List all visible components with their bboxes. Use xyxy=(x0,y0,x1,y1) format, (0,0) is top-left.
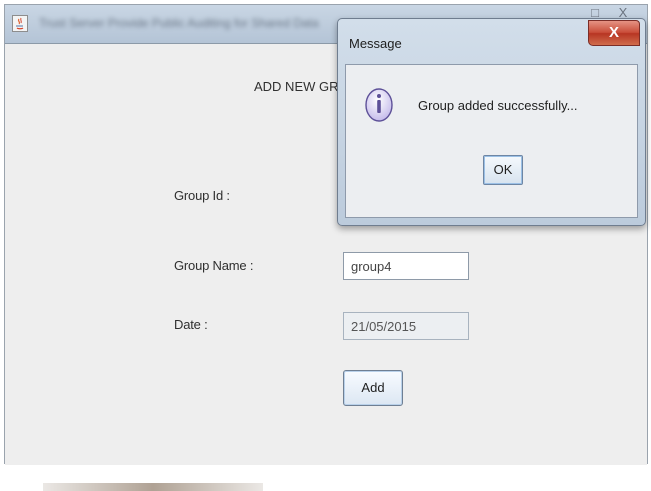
dialog-close-button[interactable]: X xyxy=(588,20,640,46)
taskbar-shadow xyxy=(43,483,263,491)
dialog-body: Group added successfully... OK xyxy=(345,64,638,218)
group-name-input[interactable] xyxy=(343,252,469,280)
date-label: Date : xyxy=(174,317,208,332)
date-field[interactable] xyxy=(343,312,469,340)
group-name-label: Group Name : xyxy=(174,258,254,273)
dialog-title: Message xyxy=(349,36,402,51)
info-icon xyxy=(364,87,394,123)
group-id-label: Group Id : xyxy=(174,188,230,203)
ok-button[interactable]: OK xyxy=(483,155,523,185)
add-button[interactable]: Add xyxy=(343,370,403,406)
dialog-message: Group added successfully... xyxy=(418,98,578,113)
message-dialog: Message X Group added successfully... OK xyxy=(337,18,646,226)
window-title: Trust Server Provide Public Auditing for… xyxy=(39,16,319,30)
form-heading: ADD NEW GRO xyxy=(254,79,349,94)
java-icon xyxy=(12,15,28,32)
